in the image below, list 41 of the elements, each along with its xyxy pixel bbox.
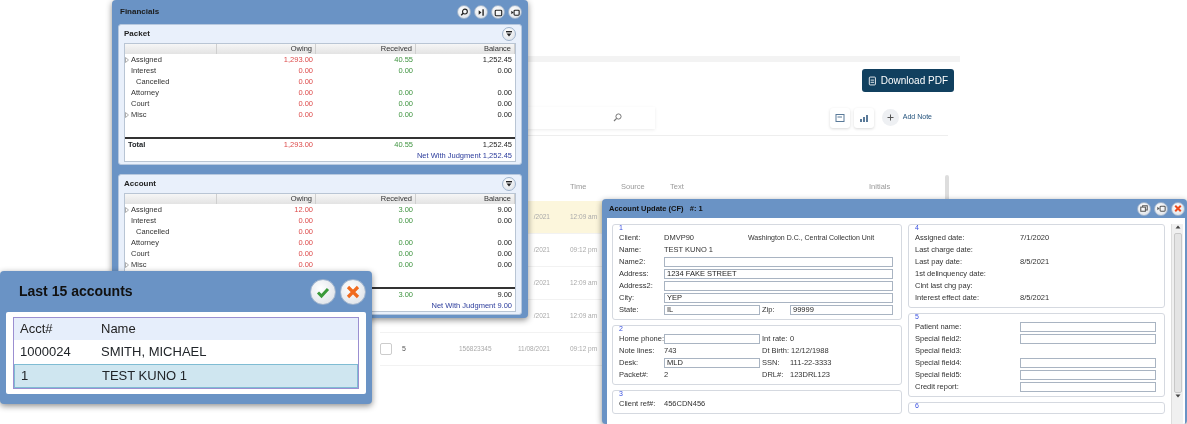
toolbar-button[interactable] xyxy=(829,107,850,128)
search-icon xyxy=(613,113,622,122)
input-field[interactable] xyxy=(1020,382,1156,392)
table-cell-text: 1000024 xyxy=(20,343,72,362)
table-cell-text: TEST KUNO 1 xyxy=(102,367,188,386)
input-field[interactable] xyxy=(1020,358,1156,368)
scroll-thumb[interactable] xyxy=(1173,233,1182,393)
column-header: Acct# xyxy=(20,320,54,339)
table-row[interactable]: 1000024 SMITH, MICHAEL xyxy=(14,340,358,364)
panel-title: Account xyxy=(124,178,156,190)
caret-icon[interactable] xyxy=(125,261,129,268)
document-icon xyxy=(834,112,845,123)
caret-icon[interactable] xyxy=(125,56,129,63)
table-cell-text: 1 xyxy=(21,367,30,386)
table-row[interactable]: 1 TEST KUNO 1 xyxy=(14,364,358,388)
close-icon[interactable] xyxy=(345,283,361,300)
scrollbar[interactable] xyxy=(1171,224,1183,424)
input-field[interactable] xyxy=(664,281,893,291)
chart-icon xyxy=(858,112,869,123)
download-pdf-button[interactable]: Download PDF xyxy=(862,69,954,92)
document-icon xyxy=(868,74,877,87)
plus-icon xyxy=(886,114,894,121)
panel-title: Packet xyxy=(124,28,150,40)
row-checkbox[interactable] xyxy=(380,343,392,355)
window-title: Financials xyxy=(120,6,160,18)
up-arrow-icon[interactable] xyxy=(1174,224,1181,230)
input-field[interactable] xyxy=(664,334,760,344)
input-field[interactable] xyxy=(664,257,893,267)
caret-icon[interactable] xyxy=(125,111,129,118)
input-field[interactable] xyxy=(1020,370,1156,380)
restore-icon[interactable] xyxy=(1138,202,1150,215)
caret-icon[interactable] xyxy=(125,206,129,213)
column-header: Name xyxy=(101,320,137,339)
table-cell-text: SMITH, MICHAEL xyxy=(101,343,208,362)
input-field[interactable] xyxy=(1020,322,1156,332)
down-arrow-icon[interactable] xyxy=(1174,393,1181,399)
close-icon[interactable] xyxy=(1172,202,1184,215)
input-field[interactable] xyxy=(1020,334,1156,344)
toolbar-button[interactable] xyxy=(853,107,874,128)
window-title: Last 15 accounts xyxy=(19,282,133,301)
add-button[interactable] xyxy=(881,109,899,126)
